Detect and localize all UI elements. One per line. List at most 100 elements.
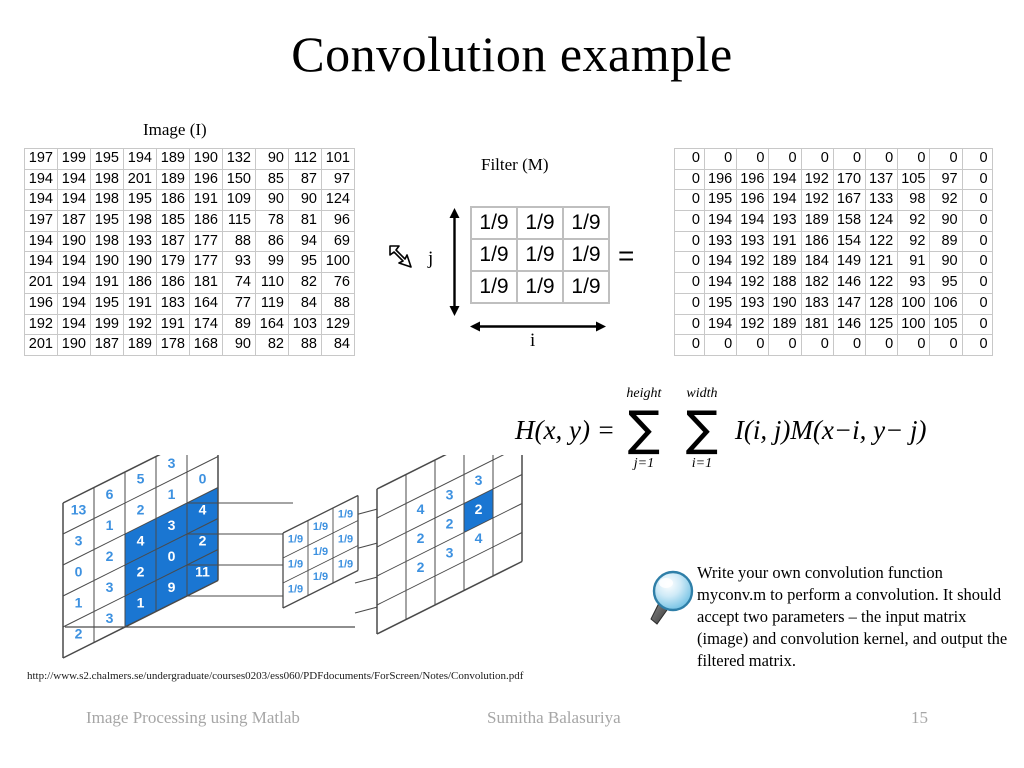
grid-cell-value: 1 xyxy=(168,486,176,502)
matrix-cell: 121 xyxy=(865,251,899,274)
matrix-cell: 186 xyxy=(123,272,157,294)
grid-cell-value: 1/9 xyxy=(288,583,303,595)
matrix-cell: 95 xyxy=(929,272,963,294)
matrix-cell: 195 xyxy=(703,292,738,315)
grid-cell-value: 6 xyxy=(106,486,114,502)
matrix-cell: 82 xyxy=(255,334,289,356)
matrix-cell: 0 xyxy=(865,334,899,356)
matrix-cell: 194 xyxy=(24,230,58,253)
matrix-cell: 0 xyxy=(897,334,931,356)
matrix-cell: 192 xyxy=(736,272,770,294)
table-row: 0 195 193 190 183 147 128 100 106 0 xyxy=(674,292,993,315)
matrix-cell: 193 xyxy=(123,230,157,253)
matrix-cell: 90 xyxy=(929,251,963,274)
matrix-cell: 181 xyxy=(800,313,834,336)
matrix-cell: 95 xyxy=(288,251,322,274)
matrix-cell: 85 xyxy=(255,168,289,191)
matrix-cell: 129 xyxy=(321,313,355,336)
matrix-cell: 90 xyxy=(929,210,963,232)
matrix-cell: 0 xyxy=(961,210,993,232)
matrix-cell: 0 xyxy=(865,148,899,170)
matrix-cell: 97 xyxy=(929,168,963,191)
grid-cell-value: 3 xyxy=(475,472,483,488)
matrix-cell: 192 xyxy=(736,313,770,336)
matrix-cell: 196 xyxy=(736,168,770,191)
matrix-cell: 109 xyxy=(222,189,256,212)
page-title: Convolution example xyxy=(291,26,733,82)
matrix-cell: 174 xyxy=(189,313,223,336)
matrix-cell: 194 xyxy=(703,210,738,232)
matrix-cell: 177 xyxy=(189,251,223,274)
matrix-cell: 1/9 xyxy=(562,270,610,304)
formula-outer-sum: height ∑ j=1 xyxy=(618,386,670,470)
matrix-cell: 0 xyxy=(961,189,993,212)
matrix-cell: 0 xyxy=(800,148,834,170)
matrix-cell: 190 xyxy=(768,292,802,315)
grid-cell-value: 3 xyxy=(106,579,114,595)
matrix-cell: 187 xyxy=(90,334,124,356)
j-axis-arrow-icon xyxy=(448,208,461,316)
grid-cell-value: 3 xyxy=(168,517,176,533)
matrix-cell: 92 xyxy=(897,230,931,253)
matrix-cell: 194 xyxy=(24,168,58,191)
matrix-cell: 194 xyxy=(736,210,770,232)
matrix-cell: 185 xyxy=(156,210,190,232)
grid-cell-value: 0 xyxy=(199,470,207,486)
table-row: 0 194 194 193 189 158 124 92 90 0 xyxy=(674,210,993,232)
table-row: 194 194 198 201 189 196 150 85 87 97 xyxy=(24,168,355,191)
matrix-cell: 0 xyxy=(674,148,705,170)
matrix-cell: 115 xyxy=(222,210,256,232)
matrix-cell: 119 xyxy=(255,292,289,315)
matrix-cell: 1/9 xyxy=(516,238,564,272)
matrix-cell: 167 xyxy=(832,189,867,212)
table-row: 0000000000 xyxy=(674,334,993,356)
grid-cell-value: 2 xyxy=(475,501,483,517)
grid-cell-value: 4 xyxy=(199,501,207,517)
formula-outer-sum-top: height xyxy=(626,386,662,402)
table-row: 197 199 195 194 189 190 132 90 112 101 xyxy=(24,148,355,170)
matrix-cell: 194 xyxy=(57,272,91,294)
table-row: 0 196 196 194 192 170 137 105 97 0 xyxy=(674,168,993,191)
matrix-cell: 0 xyxy=(674,210,705,232)
filter-matrix: 1/9 1/9 1/9 1/9 1/9 1/9 1/9 1/9 1/9 xyxy=(470,206,610,304)
matrix-cell: 112 xyxy=(288,148,322,170)
matrix-cell: 194 xyxy=(57,313,91,336)
matrix-cell: 90 xyxy=(255,148,289,170)
matrix-cell: 192 xyxy=(24,313,58,336)
grid-cell-value: 3 xyxy=(106,610,114,626)
formula-inner-sum-bottom: i=1 xyxy=(691,455,713,471)
matrix-cell: 76 xyxy=(321,272,355,294)
matrix-cell: 0 xyxy=(674,292,705,315)
matrix-cell: 194 xyxy=(57,189,91,212)
table-row: 194 194 198 195 186 191 109 90 90 124 xyxy=(24,189,355,212)
matrix-cell: 195 xyxy=(90,148,124,170)
matrix-cell: 177 xyxy=(189,230,223,253)
matrix-cell: 199 xyxy=(57,148,91,170)
convolution-3d-diagram: 136535312100243413202231911 1/91/91/91/9… xyxy=(55,455,575,665)
matrix-cell: 164 xyxy=(189,292,223,315)
grid-cell-value: 1/9 xyxy=(313,571,328,583)
magnifier-icon xyxy=(645,567,697,629)
matrix-cell: 194 xyxy=(57,292,91,315)
grid-cell-value: 4 xyxy=(475,530,483,546)
matrix-cell: 0 xyxy=(961,251,993,274)
matrix-cell: 193 xyxy=(736,230,770,253)
matrix-cell: 189 xyxy=(768,313,802,336)
matrix-cell: 196 xyxy=(703,168,738,191)
matrix-cell: 124 xyxy=(865,210,899,232)
matrix-cell: 191 xyxy=(156,313,190,336)
matrix-cell: 168 xyxy=(189,334,223,356)
matrix-cell: 198 xyxy=(123,210,157,232)
source-url[interactable]: http://www.s2.chalmers.se/undergraduate/… xyxy=(27,670,523,682)
matrix-cell: 189 xyxy=(156,148,190,170)
grid-cell-value: 2 xyxy=(446,516,454,532)
matrix-cell: 90 xyxy=(255,189,289,212)
matrix-cell: 124 xyxy=(321,189,355,212)
grid-cell-value: 1/9 xyxy=(288,533,303,545)
matrix-cell: 0 xyxy=(768,148,802,170)
matrix-cell: 103 xyxy=(288,313,322,336)
filter-matrix-label: Filter (M) xyxy=(481,155,549,174)
grid-cell-value: 1 xyxy=(137,594,145,610)
matrix-cell: 189 xyxy=(156,168,190,191)
grid-cell-value: 4 xyxy=(137,532,145,548)
